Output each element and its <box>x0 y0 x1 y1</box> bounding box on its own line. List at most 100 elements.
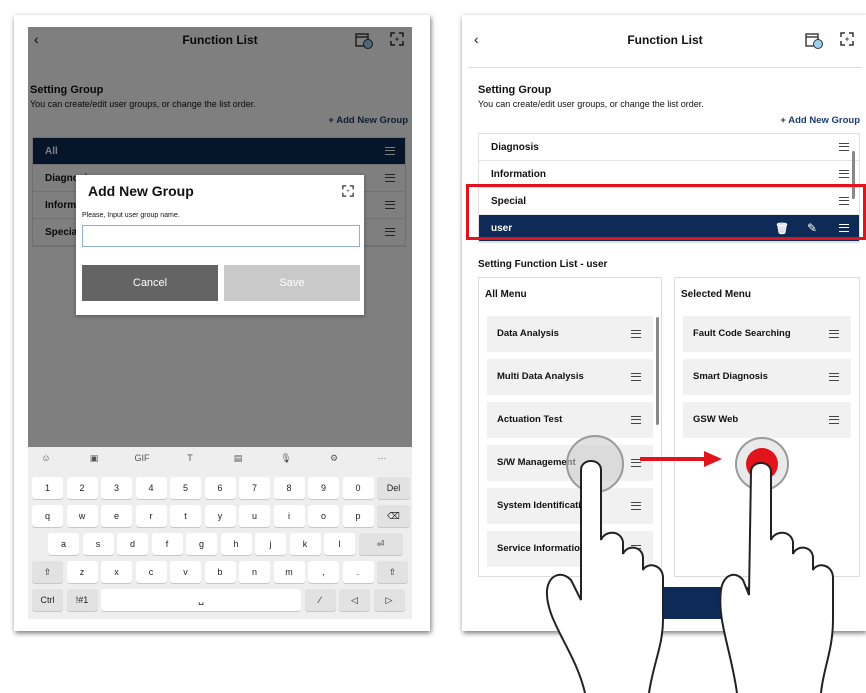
drag-handle-icon[interactable] <box>829 373 839 381</box>
keyboard-key[interactable]: x <box>101 561 132 583</box>
calendar-icon[interactable] <box>804 30 824 50</box>
dialog-title: Add New Group <box>88 183 194 199</box>
menu-item-label: Fault Code Searching <box>693 328 791 339</box>
keyboard-key[interactable]: 3 <box>101 477 132 499</box>
keyboard-tool-icon[interactable]: GIF <box>132 453 152 467</box>
keyboard-key[interactable]: . <box>342 561 374 583</box>
keyboard-key[interactable]: z <box>66 561 98 583</box>
menu-item-label: GSW Web <box>693 414 739 425</box>
keyboard-tool-icon[interactable]: 🎙 <box>276 453 296 467</box>
keyboard-key[interactable]: s <box>82 533 114 555</box>
menu-item[interactable]: Multi Data Analysis <box>487 359 653 395</box>
divider <box>468 67 862 68</box>
keyboard-key[interactable]: e <box>101 505 132 527</box>
drag-handle-icon[interactable] <box>631 330 641 338</box>
keyboard-key[interactable]: t <box>170 505 201 527</box>
keyboard-key[interactable]: ▷ <box>373 589 405 611</box>
keyboard-key[interactable]: !#1 <box>66 589 98 611</box>
drag-handle-icon[interactable] <box>839 170 849 178</box>
cancel-button[interactable]: Cancel <box>82 265 218 301</box>
keyboard-key[interactable]: n <box>239 561 270 583</box>
keyboard-key[interactable]: r <box>135 505 167 527</box>
keyboard-key[interactable]: h <box>220 533 252 555</box>
keyboard-key[interactable]: o <box>308 505 339 527</box>
keyboard-tool-icon[interactable]: ··· <box>372 453 392 467</box>
keyboard-key[interactable]: g <box>186 533 217 555</box>
keyboard-key[interactable]: 9 <box>308 477 339 499</box>
keyboard-key[interactable]: 7 <box>239 477 270 499</box>
left-screen: ‹ Function List + Setting Group You can … <box>28 27 412 619</box>
fullscreen-icon[interactable]: + <box>840 32 854 46</box>
setting-group-title: Setting Group <box>478 84 552 96</box>
keyboard-key[interactable]: f <box>151 533 183 555</box>
add-new-group-button[interactable]: + Add New Group <box>780 115 860 126</box>
keyboard-key[interactable]: Ctrl <box>32 589 63 611</box>
keyboard-tool-icon[interactable]: T <box>180 453 200 467</box>
menu-item-label: Data Analysis <box>497 328 559 339</box>
menu-item-label: Multi Data Analysis <box>497 371 584 382</box>
keyboard-key[interactable]: y <box>204 505 236 527</box>
keyboard-key[interactable]: d <box>117 533 148 555</box>
keyboard-key[interactable]: 6 <box>204 477 236 499</box>
keyboard-key[interactable]: m <box>273 561 305 583</box>
drag-handle-icon[interactable] <box>839 143 849 151</box>
keyboard-key[interactable]: c <box>135 561 167 583</box>
group-name-input[interactable] <box>82 225 360 247</box>
drag-handle-icon[interactable] <box>829 330 839 338</box>
keyboard-tool-icon[interactable]: ☺ <box>36 453 56 467</box>
keyboard-tool-icon[interactable]: ⚙ <box>324 453 344 467</box>
group-label: Information <box>491 168 546 180</box>
fullscreen-icon[interactable]: + <box>342 185 354 197</box>
keyboard-key[interactable]: 1 <box>32 477 63 499</box>
group-row[interactable]: Diagnosis <box>479 134 859 161</box>
svg-text:+: + <box>346 189 350 195</box>
left-device: ‹ Function List + Setting Group You can … <box>14 15 430 631</box>
keyboard-key[interactable]: a <box>48 533 79 555</box>
svg-text:+: + <box>845 37 849 44</box>
keyboard-key[interactable]: v <box>170 561 201 583</box>
keyboard-key[interactable]: j <box>255 533 286 555</box>
keyboard-key[interactable]: ⏎ <box>358 533 403 555</box>
menu-item[interactable]: Fault Code Searching <box>683 316 851 352</box>
keyboard-key[interactable]: w <box>66 505 98 527</box>
keyboard-key[interactable]: l <box>324 533 355 555</box>
keyboard-key[interactable]: Del <box>377 477 410 499</box>
menu-item[interactable]: Data Analysis <box>487 316 653 352</box>
selected-menu-title: Selected Menu <box>681 289 752 300</box>
menu-item-label: Actuation Test <box>497 414 563 425</box>
function-list-title: Setting Function List - user <box>478 259 608 270</box>
keyboard-key[interactable]: 8 <box>273 477 305 499</box>
keyboard-key[interactable]: 4 <box>135 477 167 499</box>
keyboard-key[interactable]: k <box>289 533 321 555</box>
keyboard-key[interactable]: q <box>32 505 63 527</box>
keyboard-key[interactable]: ⌫ <box>377 505 410 527</box>
page-title: Function List <box>627 33 703 47</box>
group-label: Diagnosis <box>491 141 539 153</box>
on-screen-keyboard: ☺ ▣ GIF T ▤ 🎙 ⚙ ··· 1 2 3 4 5 6 7 8 9 0 Del q w e r t y u i o p ⌫ a s d f… <box>28 447 412 619</box>
menu-item[interactable]: Smart Diagnosis <box>683 359 851 395</box>
all-menu-scrollbar[interactable] <box>656 317 659 425</box>
highlight-box <box>466 184 866 240</box>
keyboard-key[interactable]: ␣ <box>101 589 301 611</box>
keyboard-key[interactable]: ⇧ <box>377 561 408 583</box>
keyboard-key[interactable]: , <box>308 561 339 583</box>
all-menu-title: All Menu <box>485 289 527 300</box>
keyboard-key[interactable]: ⁄ <box>304 589 336 611</box>
keyboard-key[interactable]: p <box>342 505 374 527</box>
keyboard-key[interactable]: 5 <box>170 477 201 499</box>
setting-group-description: You can create/edit user groups, or chan… <box>478 99 704 109</box>
keyboard-key[interactable]: i <box>273 505 305 527</box>
keyboard-key[interactable]: ◁ <box>339 589 370 611</box>
right-app-bar: ‹ Function List + <box>468 27 862 53</box>
save-button[interactable]: Save <box>224 265 360 301</box>
keyboard-key[interactable]: ⇧ <box>32 561 63 583</box>
drag-handle-icon[interactable] <box>829 416 839 424</box>
keyboard-tool-icon[interactable]: ▤ <box>228 453 248 467</box>
keyboard-key[interactable]: 2 <box>66 477 98 499</box>
keyboard-key[interactable]: u <box>239 505 270 527</box>
drag-handle-icon[interactable] <box>631 416 641 424</box>
keyboard-key[interactable]: 0 <box>342 477 374 499</box>
drag-handle-icon[interactable] <box>631 373 641 381</box>
keyboard-key[interactable]: b <box>204 561 236 583</box>
keyboard-tool-icon[interactable]: ▣ <box>84 453 104 467</box>
